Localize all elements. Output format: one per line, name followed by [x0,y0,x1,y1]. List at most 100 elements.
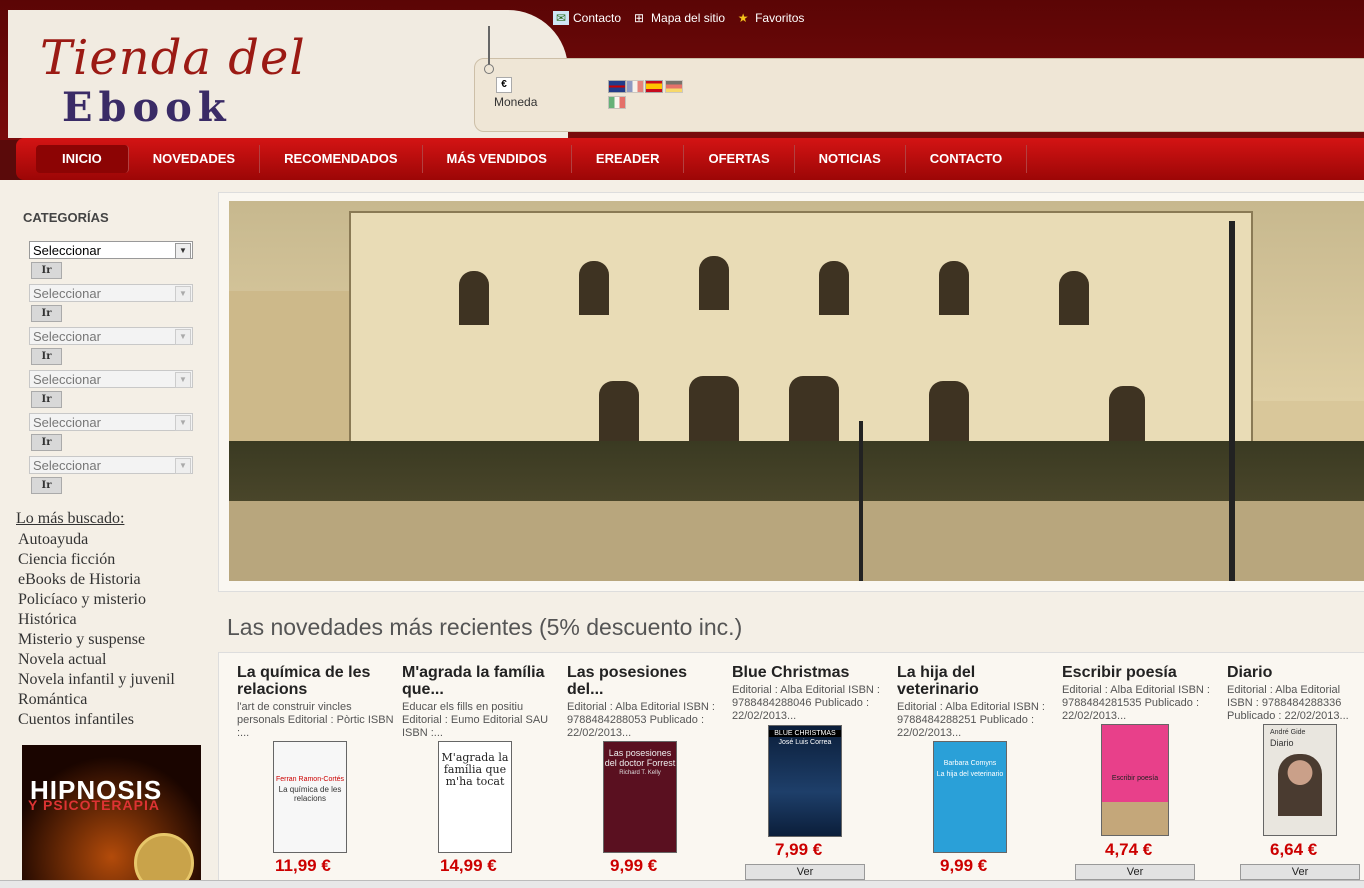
search-link-novela-actual[interactable]: Novela actual [18,650,175,670]
nav-ereader[interactable]: EREADER [572,145,685,173]
product-price: 9,99 € [610,856,658,875]
nav-mas-vendidos[interactable]: MÁS VENDIDOS [423,145,572,173]
category-select-1[interactable]: Seleccionar ▼ [29,241,193,259]
product-cover[interactable]: Barbara Comyns La hija del veterinario [933,741,1007,853]
cover-author: Ferran Ramon-Cortés [275,776,345,783]
favorites-link[interactable]: ★ Favoritos [735,9,805,27]
category-select-5[interactable]: Seleccionar ▼ [29,413,193,431]
go-button-4[interactable]: Ir [31,391,62,408]
search-link-historica[interactable]: Histórica [18,610,175,630]
view-button[interactable]: Ver [1240,864,1360,880]
nav-novedades[interactable]: NOVEDADES [129,145,261,173]
cover-author: Barbara Comyns [943,760,997,767]
product-cover[interactable]: BLUE CHRISTMAS José Luis Correa [768,725,842,837]
product-cover[interactable]: Ferran Ramon-Cortés La química de les re… [273,741,347,853]
product-card: La química de les relacions l'art de con… [237,664,397,740]
search-link-autoayuda[interactable]: Autoayuda [18,530,175,550]
cover-title: BLUE CHRISTMAS [769,730,841,737]
chevron-down-icon: ▼ [175,458,191,474]
product-cover[interactable]: Escribir poesía [1101,724,1169,836]
currency-label: Moneda [494,95,538,109]
nav-noticias[interactable]: NOTICIAS [795,145,906,173]
flag-spanish-icon[interactable] [645,80,663,93]
cover-title: M'agrada la família que m'ha tocat [441,751,509,788]
main-nav: INICIO NOVEDADES RECOMENDADOS MÁS VENDID… [16,138,1364,180]
category-select-6[interactable]: Seleccionar ▼ [29,456,193,474]
view-button[interactable]: Ver [745,864,865,880]
currency-panel [474,58,1364,132]
chevron-down-icon: ▼ [175,329,191,345]
chevron-down-icon: ▼ [175,286,191,302]
search-link-policiaco[interactable]: Policíaco y misterio [18,590,175,610]
hero-lamppost [1229,221,1235,581]
sitemap-link[interactable]: ⊞ Mapa del sitio [631,9,725,27]
search-link-ebooks-historia[interactable]: eBooks de Historia [18,570,175,590]
product-cover[interactable]: M'agrada la família que m'ha tocat [438,741,512,853]
product-title[interactable]: La hija del veterinario [897,664,1057,698]
product-title[interactable]: La química de les relacions [237,664,397,698]
product-price: 14,99 € [440,856,497,875]
cover-author: Richard T. Kelly [619,770,661,776]
view-button[interactable]: Ver [1075,864,1195,880]
flag-italian-icon[interactable] [608,96,626,109]
hero-window [1059,271,1089,325]
go-button-2[interactable]: Ir [31,305,62,322]
nav-inicio[interactable]: INICIO [36,145,129,173]
product-title[interactable]: Las posesiones del... [567,664,727,698]
product-title[interactable]: Escribir poesía [1062,664,1222,681]
hypnosis-banner[interactable]: HIPNOSIS Y PSICOTERAPIA [22,745,201,888]
go-button-1[interactable]: Ir [31,262,62,279]
product-price: 6,64 € [1270,840,1318,859]
search-link-cuentos[interactable]: Cuentos infantiles [18,710,175,730]
flag-german-icon[interactable] [665,80,683,93]
product-card: Escribir poesía Editorial : Alba Editori… [1062,664,1222,723]
search-link-novela-infantil[interactable]: Novela infantil y juvenil [18,670,175,690]
product-cover[interactable]: André Gide Diario [1263,724,1337,836]
logo-line2[interactable]: Ebook [62,84,232,131]
product-cover[interactable]: Las posesiones del doctor Forrest Richar… [603,741,677,853]
category-select-2[interactable]: Seleccionar ▼ [29,284,193,302]
go-button-5[interactable]: Ir [31,434,62,451]
search-link-ciencia-ficcion[interactable]: Ciencia ficción [18,550,175,570]
product-price: 11,99 € [275,856,331,875]
go-button-3[interactable]: Ir [31,348,62,365]
search-link-romantica[interactable]: Romántica [18,690,175,710]
chevron-down-icon: ▼ [175,415,191,431]
cover-title: Las posesiones del doctor Forrest [604,748,676,768]
product-title[interactable]: Blue Christmas [732,664,892,681]
product-card: Las posesiones del... Editorial : Alba E… [567,664,727,740]
cover-title: Diario [1270,738,1294,748]
chevron-down-icon: ▼ [175,372,191,388]
top-links: ✉ Contacto ⊞ Mapa del sitio ★ Favoritos [553,9,804,27]
product-title[interactable]: Diario [1227,664,1364,681]
star-icon: ★ [737,11,749,25]
hero-window [819,261,849,315]
product-title[interactable]: M'agrada la família que... [402,664,562,698]
search-link-misterio[interactable]: Misterio y suspense [18,630,175,650]
product-price: 7,99 € [775,840,823,859]
category-select-4[interactable]: Seleccionar ▼ [29,370,193,388]
most-searched-title[interactable]: Lo más buscado: [16,510,124,528]
product-desc: Educar els fills en positiu Editorial : … [402,701,549,739]
flag-english-icon[interactable] [608,80,626,93]
hero-ground [229,501,1364,581]
product-desc: Editorial : Alba Editorial ISBN : 978848… [1227,684,1349,722]
chevron-down-icon: ▼ [175,243,191,259]
euro-currency-button[interactable]: € [496,77,512,93]
go-button-6[interactable]: Ir [31,477,62,494]
nav-contacto[interactable]: CONTACTO [906,145,1028,173]
most-searched-list: Autoayuda Ciencia ficción eBooks de Hist… [18,530,175,730]
nav-ofertas[interactable]: OFERTAS [684,145,795,173]
product-desc: Editorial : Alba Editorial ISBN : 978848… [897,701,1045,739]
banner-subtitle: Y PSICOTERAPIA [28,797,160,813]
product-card: Diario Editorial : Alba Editorial ISBN :… [1227,664,1364,723]
page: Tienda del Ebook ✉ Contacto ⊞ Mapa del sit… [0,0,1364,888]
horizontal-scrollbar[interactable] [0,880,1364,888]
category-select-3[interactable]: Seleccionar ▼ [29,327,193,345]
contact-link[interactable]: ✉ Contacto [553,9,621,27]
nav-recomendados[interactable]: RECOMENDADOS [260,145,423,173]
product-card: La hija del veterinario Editorial : Alba… [897,664,1057,740]
logo-line1[interactable]: Tienda del [40,30,306,86]
flag-french-icon[interactable] [626,80,644,93]
section-title: Las novedades más recientes (5% descuent… [227,614,743,640]
